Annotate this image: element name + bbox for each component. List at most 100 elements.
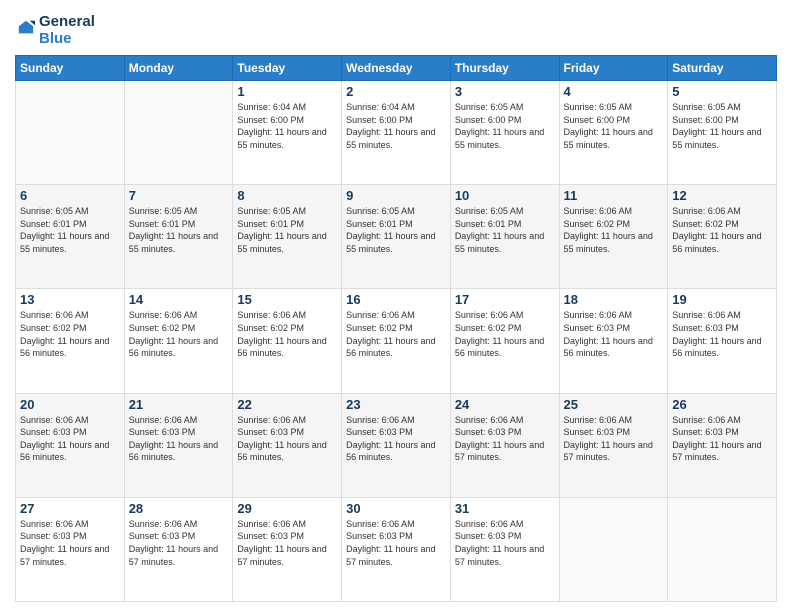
day-number: 9	[346, 188, 446, 203]
calendar-header-row: SundayMondayTuesdayWednesdayThursdayFrid…	[16, 56, 777, 81]
calendar-cell	[668, 497, 777, 601]
calendar-cell: 19 Sunrise: 6:06 AMSunset: 6:03 PMDayligh…	[668, 289, 777, 393]
cell-info: Sunrise: 6:06 AMSunset: 6:03 PMDaylight:…	[20, 414, 120, 464]
cell-info: Sunrise: 6:06 AMSunset: 6:02 PMDaylight:…	[129, 309, 229, 359]
day-number: 17	[455, 292, 555, 307]
cell-info: Sunrise: 6:06 AMSunset: 6:03 PMDaylight:…	[346, 414, 446, 464]
calendar-cell	[559, 497, 668, 601]
calendar-cell: 20 Sunrise: 6:06 AMSunset: 6:03 PMDayligh…	[16, 393, 125, 497]
cell-info: Sunrise: 6:05 AMSunset: 6:00 PMDaylight:…	[564, 101, 664, 151]
day-number: 31	[455, 501, 555, 516]
cell-info: Sunrise: 6:06 AMSunset: 6:03 PMDaylight:…	[672, 309, 772, 359]
calendar-cell: 27 Sunrise: 6:06 AMSunset: 6:03 PMDayligh…	[16, 497, 125, 601]
calendar-cell: 5 Sunrise: 6:05 AMSunset: 6:00 PMDaylight…	[668, 81, 777, 185]
day-number: 30	[346, 501, 446, 516]
calendar-cell: 15Sunrise: 6:06 AMSunset: 6:02 PMDayligh…	[233, 289, 342, 393]
header-friday: Friday	[559, 56, 668, 81]
cell-info: Sunrise: 6:04 AMSunset: 6:00 PMDaylight:…	[346, 101, 446, 151]
calendar-cell: 21 Sunrise: 6:06 AMSunset: 6:03 PMDayligh…	[124, 393, 233, 497]
calendar-cell: 13 Sunrise: 6:06 AMSunset: 6:02 PMDayligh…	[16, 289, 125, 393]
calendar-cell: 11 Sunrise: 6:06 AMSunset: 6:02 PMDayligh…	[559, 185, 668, 289]
day-number: 10	[455, 188, 555, 203]
cell-info: Sunrise: 6:06 AMSunset: 6:03 PMDaylight:…	[237, 518, 337, 568]
calendar-cell: 16 Sunrise: 6:06 AMSunset: 6:02 PMDayligh…	[342, 289, 451, 393]
day-number: 12	[672, 188, 772, 203]
day-number: 7	[129, 188, 229, 203]
day-number: 21	[129, 397, 229, 412]
cell-info: Sunrise: 6:06 AMSunset: 6:03 PMDaylight:…	[129, 414, 229, 464]
day-number: 5	[672, 84, 772, 99]
calendar-row: 13 Sunrise: 6:06 AMSunset: 6:02 PMDayligh…	[16, 289, 777, 393]
day-number: 27	[20, 501, 120, 516]
calendar-cell	[16, 81, 125, 185]
calendar-row: 6Sunrise: 6:05 AMSunset: 6:01 PMDaylight…	[16, 185, 777, 289]
day-number: 13	[20, 292, 120, 307]
calendar-row: 20 Sunrise: 6:06 AMSunset: 6:03 PMDayligh…	[16, 393, 777, 497]
calendar-cell: 17Sunrise: 6:06 AMSunset: 6:02 PMDayligh…	[450, 289, 559, 393]
calendar-cell: 14 Sunrise: 6:06 AMSunset: 6:02 PMDayligh…	[124, 289, 233, 393]
calendar-cell: 6Sunrise: 6:05 AMSunset: 6:01 PMDaylight…	[16, 185, 125, 289]
page: General Blue SundayMondayTuesdayWednesda…	[0, 0, 792, 612]
day-number: 29	[237, 501, 337, 516]
day-number: 18	[564, 292, 664, 307]
calendar-cell: 12 Sunrise: 6:06 AMSunset: 6:02 PMDayligh…	[668, 185, 777, 289]
cell-info: Sunrise: 6:06 AMSunset: 6:02 PMDaylight:…	[346, 309, 446, 359]
header-saturday: Saturday	[668, 56, 777, 81]
header-wednesday: Wednesday	[342, 56, 451, 81]
cell-info: Sunrise: 6:06 AMSunset: 6:03 PMDaylight:…	[237, 414, 337, 464]
cell-info: Sunrise: 6:05 AMSunset: 6:01 PMDaylight:…	[346, 205, 446, 255]
cell-info: Sunrise: 6:06 AMSunset: 6:03 PMDaylight:…	[564, 414, 664, 464]
logo: General Blue	[15, 14, 95, 47]
day-number: 2	[346, 84, 446, 99]
cell-info: Sunrise: 6:06 AMSunset: 6:03 PMDaylight:…	[455, 518, 555, 568]
calendar-cell: 1Sunrise: 6:04 AMSunset: 6:00 PMDaylight…	[233, 81, 342, 185]
day-number: 3	[455, 84, 555, 99]
cell-info: Sunrise: 6:06 AMSunset: 6:02 PMDaylight:…	[672, 205, 772, 255]
day-number: 26	[672, 397, 772, 412]
day-number: 25	[564, 397, 664, 412]
calendar-cell: 30 Sunrise: 6:06 AMSunset: 6:03 PMDayligh…	[342, 497, 451, 601]
header-monday: Monday	[124, 56, 233, 81]
calendar-cell: 7 Sunrise: 6:05 AMSunset: 6:01 PMDaylight…	[124, 185, 233, 289]
cell-info: Sunrise: 6:05 AMSunset: 6:00 PMDaylight:…	[672, 101, 772, 151]
cell-info: Sunrise: 6:05 AMSunset: 6:00 PMDaylight:…	[455, 101, 555, 151]
day-number: 14	[129, 292, 229, 307]
cell-info: Sunrise: 6:06 AMSunset: 6:03 PMDaylight:…	[129, 518, 229, 568]
day-number: 22	[237, 397, 337, 412]
calendar-cell: 18 Sunrise: 6:06 AMSunset: 6:03 PMDayligh…	[559, 289, 668, 393]
calendar-cell: 22 Sunrise: 6:06 AMSunset: 6:03 PMDayligh…	[233, 393, 342, 497]
calendar-row: 1 Sunrise: 6:04 AMSunset: 6:00 PMDaylight…	[16, 81, 777, 185]
day-number: 16	[346, 292, 446, 307]
day-number: 4	[564, 84, 664, 99]
cell-info: Sunrise: 6:05 AMSunset: 6:01 PMDaylight:…	[20, 205, 120, 255]
logo-icon	[17, 19, 35, 37]
cell-info: Sunrise: 6:06 AMSunset: 6:02 PMDaylight:…	[20, 309, 120, 359]
calendar-cell: 26 Sunrise: 6:06 AMSunset: 6:03 PMDayligh…	[668, 393, 777, 497]
cell-info: Sunrise: 6:06 AMSunset: 6:03 PMDaylight:…	[20, 518, 120, 568]
calendar-cell: 28Sunrise: 6:06 AMSunset: 6:03 PMDayligh…	[124, 497, 233, 601]
day-number: 20	[20, 397, 120, 412]
calendar-cell: 10 Sunrise: 6:05 AMSunset: 6:01 PMDayligh…	[450, 185, 559, 289]
calendar-cell: 24Sunrise: 6:06 AMSunset: 6:03 PMDayligh…	[450, 393, 559, 497]
cell-info: Sunrise: 6:05 AMSunset: 6:01 PMDaylight:…	[455, 205, 555, 255]
cell-info: Sunrise: 6:05 AMSunset: 6:01 PMDaylight:…	[129, 205, 229, 255]
header-thursday: Thursday	[450, 56, 559, 81]
cell-info: Sunrise: 6:06 AMSunset: 6:03 PMDaylight:…	[672, 414, 772, 464]
day-number: 1	[237, 84, 337, 99]
cell-info: Sunrise: 6:06 AMSunset: 6:03 PMDaylight:…	[564, 309, 664, 359]
day-number: 11	[564, 188, 664, 203]
calendar-cell: 3 Sunrise: 6:05 AMSunset: 6:00 PMDaylight…	[450, 81, 559, 185]
cell-info: Sunrise: 6:06 AMSunset: 6:02 PMDaylight:…	[564, 205, 664, 255]
calendar-cell: 2 Sunrise: 6:04 AMSunset: 6:00 PMDaylight…	[342, 81, 451, 185]
day-number: 23	[346, 397, 446, 412]
day-number: 19	[672, 292, 772, 307]
day-number: 8	[237, 188, 337, 203]
header-sunday: Sunday	[16, 56, 125, 81]
cell-info: Sunrise: 6:06 AMSunset: 6:03 PMDaylight:…	[346, 518, 446, 568]
cell-info: Sunrise: 6:06 AMSunset: 6:03 PMDaylight:…	[455, 414, 555, 464]
header: General Blue	[15, 10, 777, 47]
day-number: 15	[237, 292, 337, 307]
logo-line2: Blue	[39, 31, 95, 48]
logo-line1: General	[39, 14, 95, 31]
calendar-cell: 25 Sunrise: 6:06 AMSunset: 6:03 PMDayligh…	[559, 393, 668, 497]
